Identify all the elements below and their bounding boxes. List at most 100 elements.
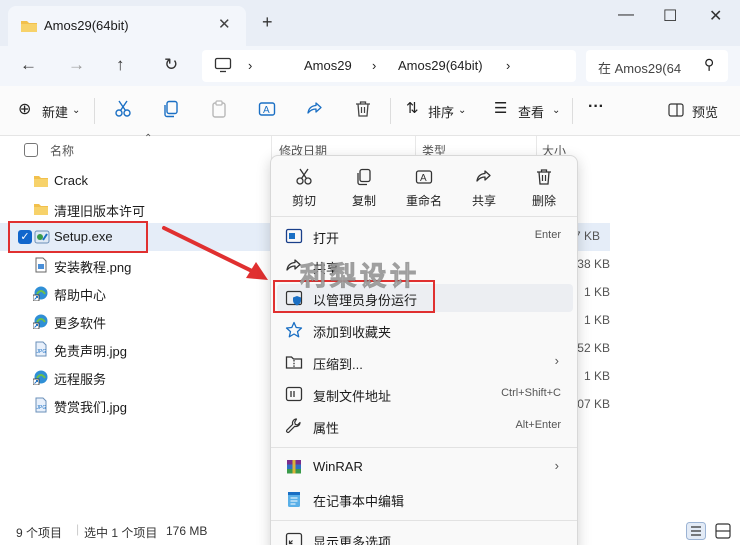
new-button[interactable]: 新建 xyxy=(42,102,68,121)
cut-button[interactable]: 剪切 xyxy=(276,166,332,214)
divider xyxy=(390,98,391,124)
png-icon xyxy=(35,257,47,273)
up-icon[interactable]: ↑ xyxy=(116,55,125,75)
copy-icon xyxy=(357,168,371,186)
menu-item-label: 打开 xyxy=(313,231,340,246)
divider xyxy=(271,216,577,217)
new-tab-button[interactable]: + xyxy=(262,12,273,33)
share-button[interactable]: 共享 xyxy=(456,166,512,214)
tab-title: Amos29(64bit) xyxy=(44,18,129,33)
more-options-icon xyxy=(285,532,303,545)
maximize-button[interactable]: ☐ xyxy=(663,6,677,26)
chevron-right-icon: › xyxy=(248,58,253,73)
file-size: 1 KB xyxy=(583,285,610,299)
svg-text:JPG: JPG xyxy=(37,349,47,355)
cut-icon[interactable] xyxy=(114,100,132,118)
menu-item-winrar[interactable]: WinRAR › xyxy=(277,453,573,481)
menu-item-copy-path[interactable]: 复制文件地址 Ctrl+Shift+C xyxy=(277,380,573,408)
folder-icon xyxy=(34,176,48,187)
paste-icon[interactable] xyxy=(210,100,228,118)
menu-item-label: 在记事本中编辑 xyxy=(313,494,405,509)
item-count: 9 个项目 xyxy=(16,526,63,540)
file-name: 赞赏我们.jpg xyxy=(54,400,127,415)
delete-icon xyxy=(537,169,551,185)
computer-icon xyxy=(214,57,232,73)
back-icon[interactable]: ← xyxy=(20,55,37,75)
breadcrumb-amos29-64bit[interactable]: Amos29(64bit) xyxy=(398,58,483,73)
divider xyxy=(572,98,573,124)
file-size: 1 KB xyxy=(583,369,610,383)
winrar-icon xyxy=(287,460,301,474)
menu-item-label: 显示更多选项 xyxy=(313,535,392,545)
share-label: 共享 xyxy=(471,194,496,208)
svg-text:JPG: JPG xyxy=(37,405,47,411)
notepad-icon xyxy=(288,492,300,507)
search-placeholder: 在 Amos29(64 xyxy=(598,61,682,76)
arrow-icon xyxy=(162,226,268,280)
menu-item-edit-notepad[interactable]: 在记事本中编辑 xyxy=(277,485,573,513)
chevron-right-icon: › xyxy=(554,458,559,473)
view-button[interactable]: 查看 xyxy=(518,102,544,121)
command-bar: ⊕ 新建 ⌄ A ⇅ 排序 ⌄ ☰ 查看 ⌄ ··· 预览 xyxy=(0,86,740,136)
file-name: Crack xyxy=(54,173,88,188)
file-name: 更多软件 xyxy=(54,316,107,331)
jpg-icon: JPG xyxy=(35,341,47,357)
tab-active[interactable]: Amos29(64bit) ✕ xyxy=(8,6,246,46)
minimize-button[interactable]: — xyxy=(618,6,634,24)
jpg-icon: JPG xyxy=(35,397,47,413)
sort-button[interactable]: 排序 xyxy=(428,102,454,121)
cut-icon xyxy=(296,168,312,185)
delete-button[interactable]: 删除 xyxy=(516,166,572,214)
rename-button[interactable]: A 重命名 xyxy=(396,166,452,214)
preview-button[interactable]: 预览 xyxy=(692,102,718,121)
tiles-view-icon[interactable] xyxy=(714,522,732,540)
menu-item-properties[interactable]: 属性 Alt+Enter xyxy=(277,412,573,440)
address-bar[interactable]: › Amos29 › Amos29(64bit) › xyxy=(202,50,576,82)
folder-icon xyxy=(34,204,48,215)
share-icon[interactable] xyxy=(306,100,324,118)
column-name[interactable]: 名称 xyxy=(50,142,74,159)
chevron-down-icon: ⌄ xyxy=(458,105,467,116)
file-name: 免责声明.jpg xyxy=(54,344,127,359)
file-name: 清理旧版本许可 xyxy=(54,204,146,219)
copy-button[interactable]: 复制 xyxy=(336,166,392,214)
svg-text:A: A xyxy=(263,105,270,116)
forward-icon[interactable]: → xyxy=(68,55,85,75)
delete-icon[interactable] xyxy=(354,100,372,118)
menu-item-compress[interactable]: 压缩到... › xyxy=(277,348,573,376)
navigation-bar: ← → ↑ ↻ › Amos29 › Amos29(64bit) › 在 Amo… xyxy=(0,46,740,86)
rename-icon[interactable]: A xyxy=(258,100,276,118)
divider xyxy=(271,520,577,521)
chevron-right-icon: › xyxy=(372,58,377,73)
menu-item-label: 压缩到... xyxy=(313,357,363,372)
watermark: 利梨设计 xyxy=(299,261,421,292)
sort-up-icon: ⌃ xyxy=(144,133,153,144)
select-all-checkbox[interactable] xyxy=(24,143,38,157)
search-input[interactable]: 在 Amos29(64 ⚲ xyxy=(586,50,728,82)
selected-size: 176 MB xyxy=(166,524,208,538)
svg-text:A: A xyxy=(420,173,427,184)
tab-close-icon[interactable]: ✕ xyxy=(218,15,231,33)
link-icon xyxy=(33,314,48,329)
details-view-icon[interactable] xyxy=(686,522,706,540)
search-icon[interactable]: ⚲ xyxy=(704,56,714,73)
breadcrumb-amos29[interactable]: Amos29 xyxy=(304,58,352,73)
file-size: 38 KB xyxy=(577,257,610,271)
share-icon xyxy=(476,170,491,182)
sort-icon: ⇅ xyxy=(406,100,419,117)
menu-item-add-favorite[interactable]: 添加到收藏夹 xyxy=(277,316,573,344)
more-button[interactable]: ··· xyxy=(588,98,604,116)
add-icon: ⊕ xyxy=(18,101,32,118)
refresh-icon[interactable]: ↻ xyxy=(164,55,178,75)
file-name: 安装教程.png xyxy=(54,260,132,275)
menu-item-label: 属性 xyxy=(313,421,340,436)
chevron-right-icon: › xyxy=(506,58,511,73)
menu-item-open[interactable]: 打开 Enter xyxy=(277,222,573,250)
copy-icon[interactable] xyxy=(162,100,180,118)
menu-item-show-more[interactable]: 显示更多选项 xyxy=(277,526,573,545)
view-icon: ☰ xyxy=(494,100,508,117)
close-button[interactable]: ✕ xyxy=(709,6,722,26)
cut-label: 剪切 xyxy=(291,194,316,208)
delete-label: 删除 xyxy=(531,194,556,208)
wrench-icon xyxy=(285,418,301,434)
